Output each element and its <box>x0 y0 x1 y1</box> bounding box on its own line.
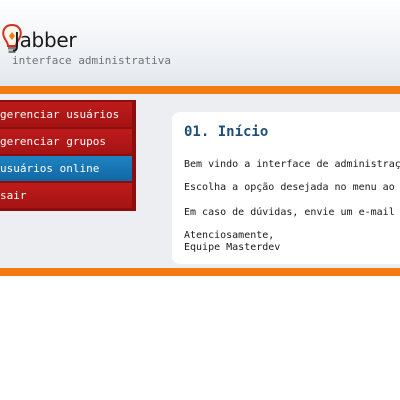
brand-name: Jabber <box>14 28 77 52</box>
page-title: 01. Início <box>184 124 269 140</box>
menu-item-sair[interactable]: sair <box>0 183 132 208</box>
brand-tagline: interface administrativa <box>12 54 171 67</box>
signature-text: Equipe Masterdev <box>184 242 281 253</box>
menu-item-usuarios-online[interactable]: usuários online <box>0 156 132 181</box>
main-panel: 01. Início Bem vindo a interface de admi… <box>172 112 400 264</box>
header: Jabber interface administrativa <box>0 0 400 86</box>
menu-item-gerenciar-grupos[interactable]: gerenciar grupos <box>0 129 132 154</box>
sidebar-menu: gerenciar usuários gerenciar grupos usuá… <box>0 100 136 211</box>
closing-text: Atenciosamente, <box>184 230 275 241</box>
help-text: Em caso de dúvidas, envie um e-mail p <box>184 207 400 218</box>
menu-item-gerenciar-usuarios[interactable]: gerenciar usuários <box>0 102 132 127</box>
welcome-text: Bem vindo a interface de administração <box>184 159 400 170</box>
instruction-text: Escolha a opção desejada no menu ao l <box>184 182 400 193</box>
